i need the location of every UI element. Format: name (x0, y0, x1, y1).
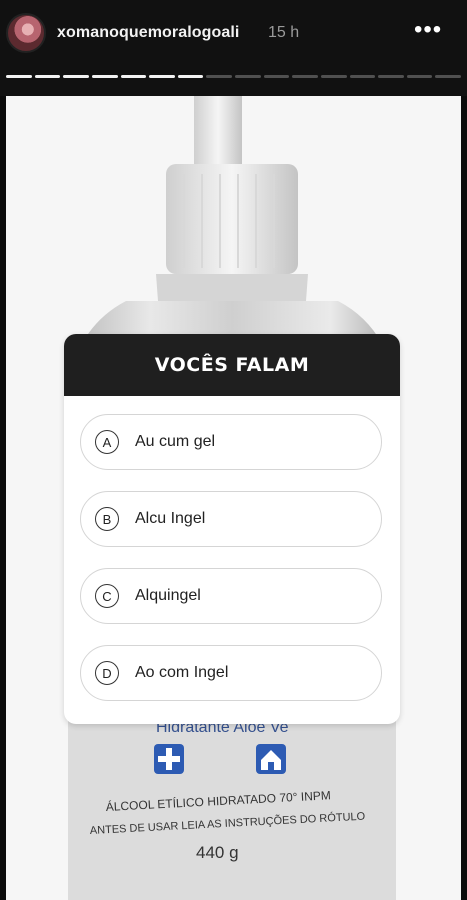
progress-segment (406, 75, 433, 78)
quiz-option-d[interactable]: D Ao com Ingel (80, 645, 382, 701)
progress-segment (177, 75, 204, 78)
bottle-weight: 440 g (196, 843, 239, 862)
more-horizontal-icon[interactable]: ••• (414, 16, 442, 44)
option-text: Alquingel (135, 587, 201, 604)
pump-head (166, 164, 298, 274)
quiz-option-a[interactable]: A Au cum gel (80, 414, 382, 470)
option-letter: C (95, 584, 119, 608)
progress-segment (263, 75, 290, 78)
story-header: xomanoquemoralogoali 15 h ••• (0, 0, 467, 96)
option-text: Alcu Ingel (135, 510, 206, 527)
option-letter: B (95, 507, 119, 531)
quiz-header: VOCÊS FALAM (64, 334, 400, 396)
quiz-option-c[interactable]: C Alquingel (80, 568, 382, 624)
option-text: Ao com Ingel (135, 664, 229, 681)
option-letter: D (95, 661, 119, 685)
progress-segment (149, 75, 175, 78)
progress-segment (63, 75, 89, 78)
progress-segment (435, 75, 461, 78)
avatar[interactable] (6, 13, 46, 53)
progress-segment (91, 75, 118, 78)
progress-segment (206, 75, 232, 78)
progress-segment (34, 75, 61, 78)
progress-segment (320, 75, 347, 78)
progress-segment (6, 75, 32, 78)
progress-segment (120, 75, 147, 78)
quiz-sticker[interactable]: VOCÊS FALAM A Au cum gel B Alcu Ingel C … (64, 334, 400, 724)
progress-segment (349, 75, 376, 78)
option-text: Au cum gel (135, 433, 216, 450)
timestamp: 15 h (268, 24, 300, 41)
quiz-title: VOCÊS FALAM (154, 354, 310, 376)
progress-segment (378, 75, 404, 78)
option-letter: A (95, 430, 119, 454)
story-content[interactable]: Hidratante Aloe Ve ÁLCOOL ETÍLICO HIDRAT… (6, 96, 461, 900)
username[interactable]: xomanoquemoralogoali (57, 24, 239, 42)
story-progress-bar (6, 75, 461, 78)
progress-segment (292, 75, 318, 78)
quiz-option-b[interactable]: B Alcu Ingel (80, 491, 382, 547)
progress-segment (235, 75, 261, 78)
pump-nozzle (194, 96, 242, 166)
